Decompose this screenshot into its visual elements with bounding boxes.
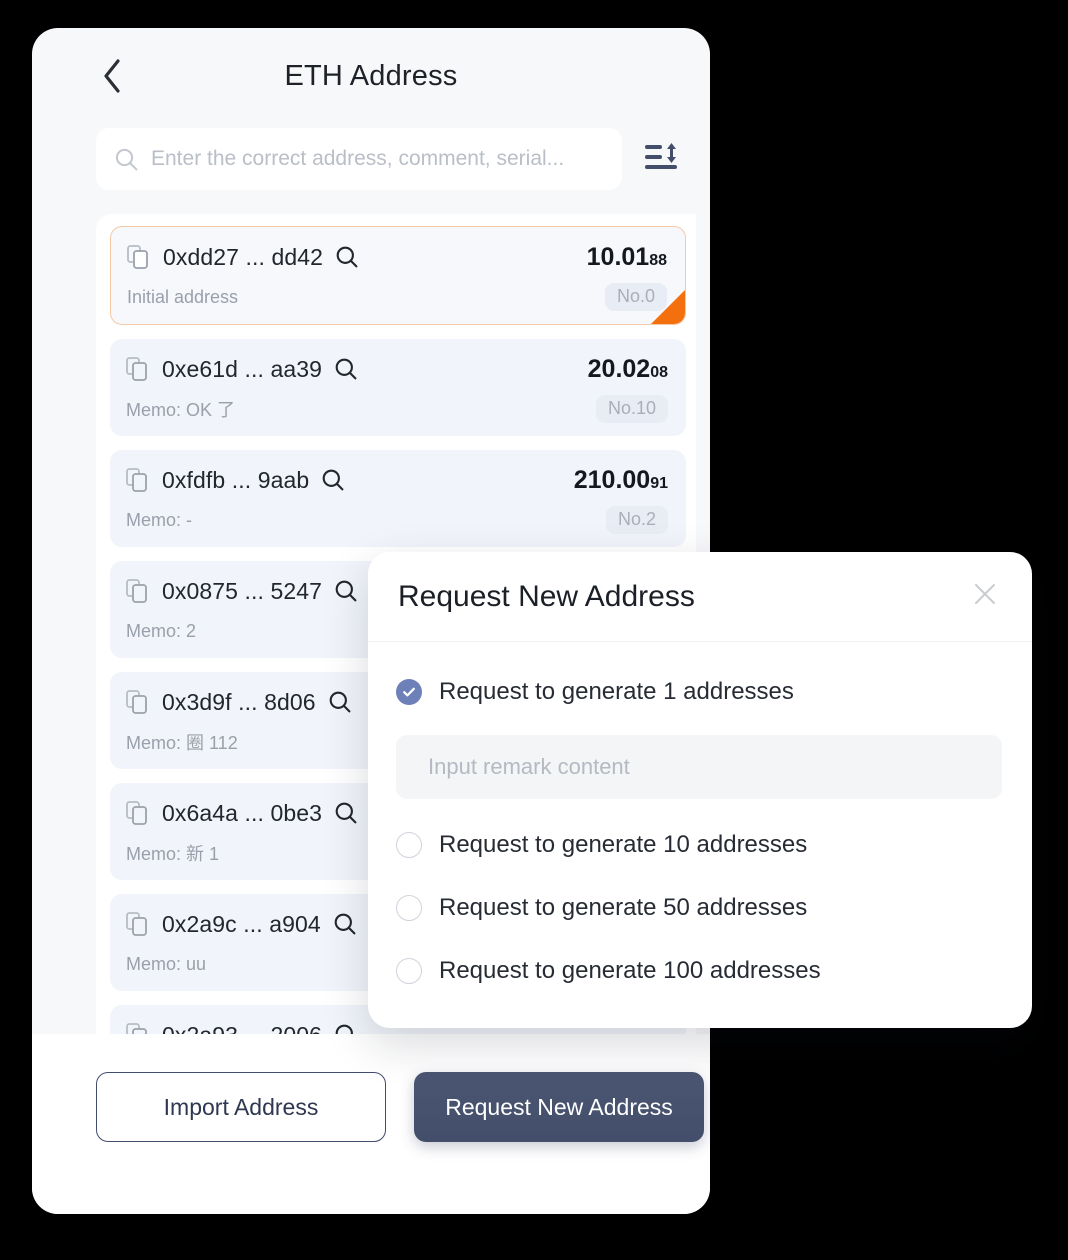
serial-badge: No.10 <box>595 395 668 423</box>
page-title: ETH Address <box>284 59 458 92</box>
copy-icon[interactable] <box>126 1023 148 1034</box>
copy-icon[interactable] <box>126 357 148 381</box>
address-text: 0xfdfb ... 9aab <box>162 466 310 493</box>
search-row <box>32 128 710 190</box>
search-box[interactable] <box>96 128 622 190</box>
close-icon <box>972 581 998 612</box>
amount-main: 20.02 <box>587 354 651 383</box>
amount-main: 210.00 <box>573 465 651 494</box>
modal-title: Request New Address <box>398 579 695 613</box>
address-row-top: 0xdd27 ... dd42 10.0188 <box>127 240 667 274</box>
memo-text: Initial address <box>127 286 239 307</box>
app-header: ETH Address <box>32 28 710 124</box>
modal-body: Request to generate 1 addresses Request … <box>368 642 1032 993</box>
copy-icon[interactable] <box>126 801 148 825</box>
magnifier-icon[interactable] <box>334 357 358 381</box>
address-row-top: 0xe61d ... aa39 20.0208 <box>126 352 668 386</box>
import-address-button[interactable]: Import Address <box>96 1072 386 1142</box>
request-new-address-button[interactable]: Request New Address <box>414 1072 704 1142</box>
amount-decimal: 88 <box>649 251 667 269</box>
magnifier-icon[interactable] <box>333 912 357 936</box>
option-label: Request to generate 1 addresses <box>439 678 794 705</box>
memo-text: Memo: uu <box>126 953 207 974</box>
request-new-address-modal: Request New Address Request to generate … <box>368 552 1032 1028</box>
memo-text: Memo: 圈 112 <box>126 733 238 753</box>
memo-text: Memo: - <box>126 509 193 530</box>
corner-flag-icon <box>651 290 685 324</box>
chevron-left-icon <box>102 59 122 93</box>
back-button[interactable] <box>90 54 134 98</box>
address-row-bottom: Initial address No.0 <box>127 283 667 311</box>
copy-icon[interactable] <box>126 468 148 492</box>
search-input[interactable] <box>151 128 604 190</box>
copy-icon[interactable] <box>127 245 149 269</box>
option-label: Request to generate 50 addresses <box>439 894 808 921</box>
address-text: 0xdd27 ... dd42 <box>163 243 324 270</box>
screenshot-stage: ETH Address Enter the correct address, c… <box>0 0 1068 1260</box>
remark-input[interactable] <box>396 735 1002 799</box>
copy-icon[interactable] <box>126 690 148 714</box>
amount: 20.0208 <box>588 355 668 384</box>
modal-header: Request New Address <box>368 552 1032 642</box>
magnifier-icon[interactable] <box>335 245 359 269</box>
memo-text: Memo: OK 了 <box>126 400 236 420</box>
magnifier-icon[interactable] <box>334 1023 358 1034</box>
option-generate-1[interactable]: Request to generate 1 addresses <box>396 670 1002 714</box>
address-list-item[interactable]: 0xe61d ... aa39 20.0208 Memo: OK 了 No.10 <box>110 339 686 436</box>
magnifier-icon[interactable] <box>328 690 352 714</box>
copy-icon[interactable] <box>126 579 148 603</box>
radio-unchecked-icon <box>396 832 422 858</box>
address-text: 0x2a93 ... 2006 <box>162 1022 322 1035</box>
address-row-bottom: Memo: - No.2 <box>126 506 668 534</box>
amount-main: 10.01 <box>586 242 650 271</box>
address-list-item[interactable]: 0xfdfb ... 9aab 210.0091 Memo: - No.2 <box>110 450 686 547</box>
address-text: 0xe61d ... aa39 <box>162 355 323 382</box>
address-list-item[interactable]: 0xdd27 ... dd42 10.0188 Initial address … <box>110 226 686 325</box>
option-generate-100[interactable]: Request to generate 100 addresses <box>396 949 1002 993</box>
address-row-top: 0xfdfb ... 9aab 210.0091 <box>126 463 668 497</box>
address-text: 0x2a9c ... a904 <box>162 910 321 937</box>
address-text: 0x6a4a ... 0be3 <box>162 799 323 826</box>
copy-icon[interactable] <box>126 912 148 936</box>
serial-badge: No.2 <box>605 506 668 534</box>
sort-icon <box>644 140 682 179</box>
memo-text: Memo: 2 <box>126 620 197 641</box>
amount-decimal: 91 <box>650 474 668 492</box>
amount-decimal: 08 <box>650 363 668 381</box>
option-label: Request to generate 100 addresses <box>439 957 821 984</box>
amount: 10.0188 <box>587 243 667 272</box>
footer-actions: Import Address Request New Address <box>32 1034 710 1214</box>
radio-unchecked-icon <box>396 958 422 984</box>
memo-text: Memo: 新 1 <box>126 844 220 864</box>
sort-button[interactable] <box>640 136 686 182</box>
address-text: 0x0875 ... 5247 <box>162 577 323 604</box>
option-generate-50[interactable]: Request to generate 50 addresses <box>396 886 1002 930</box>
amount: 210.0091 <box>574 466 668 495</box>
magnifier-icon[interactable] <box>334 579 358 603</box>
radio-unchecked-icon <box>396 895 422 921</box>
option-label: Request to generate 10 addresses <box>439 831 808 858</box>
close-button[interactable] <box>968 580 1002 614</box>
address-row-bottom: Memo: OK 了 No.10 <box>126 395 668 423</box>
magnifier-icon[interactable] <box>334 801 358 825</box>
address-text: 0x3d9f ... 8d06 <box>162 688 316 715</box>
radio-checked-icon <box>396 679 422 705</box>
option-generate-10[interactable]: Request to generate 10 addresses <box>396 823 1002 867</box>
search-icon <box>114 147 139 172</box>
magnifier-icon[interactable] <box>321 468 345 492</box>
